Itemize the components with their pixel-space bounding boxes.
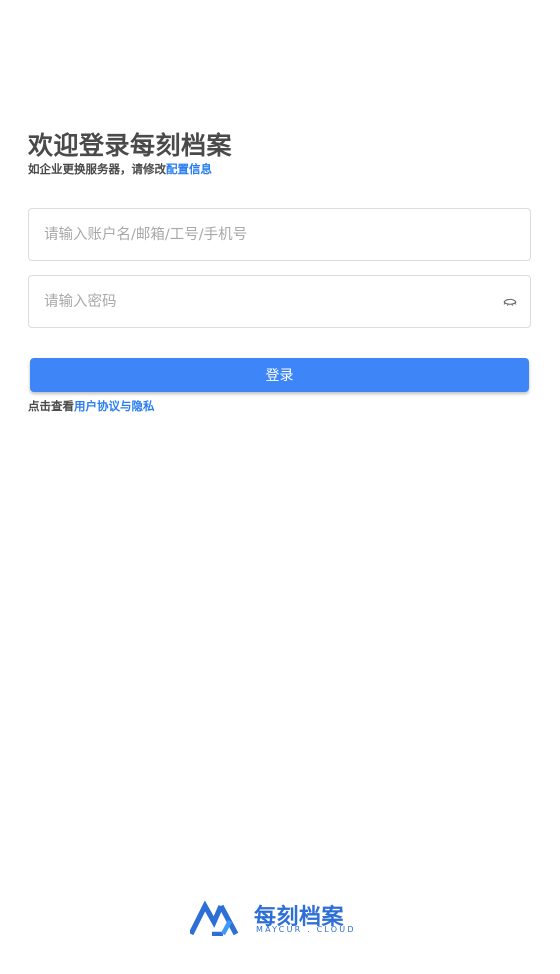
- brand-logo: 每刻档案 MAYCUR . CLOUD: [190, 898, 354, 938]
- password-input[interactable]: [44, 276, 484, 327]
- server-config-hint-text: 如企业更换服务器，请修改: [28, 162, 166, 176]
- brand-subtitle: MAYCUR . CLOUD: [256, 925, 356, 934]
- password-field[interactable]: [28, 275, 531, 328]
- user-agreement-link[interactable]: 用户协议与隐私: [74, 399, 155, 413]
- eye-closed-icon[interactable]: [502, 294, 518, 310]
- page-title: 欢迎登录每刻档案: [28, 131, 233, 160]
- account-field[interactable]: [28, 208, 531, 261]
- account-input[interactable]: [44, 209, 484, 260]
- server-config-hint: 如企业更换服务器，请修改配置信息: [28, 161, 212, 177]
- agreement-hint-text: 点击查看: [28, 399, 74, 413]
- agreement-hint: 点击查看用户协议与隐私: [28, 398, 155, 414]
- login-button[interactable]: 登录: [30, 358, 529, 392]
- maycur-logo-icon: [190, 900, 239, 936]
- config-info-link[interactable]: 配置信息: [166, 162, 212, 176]
